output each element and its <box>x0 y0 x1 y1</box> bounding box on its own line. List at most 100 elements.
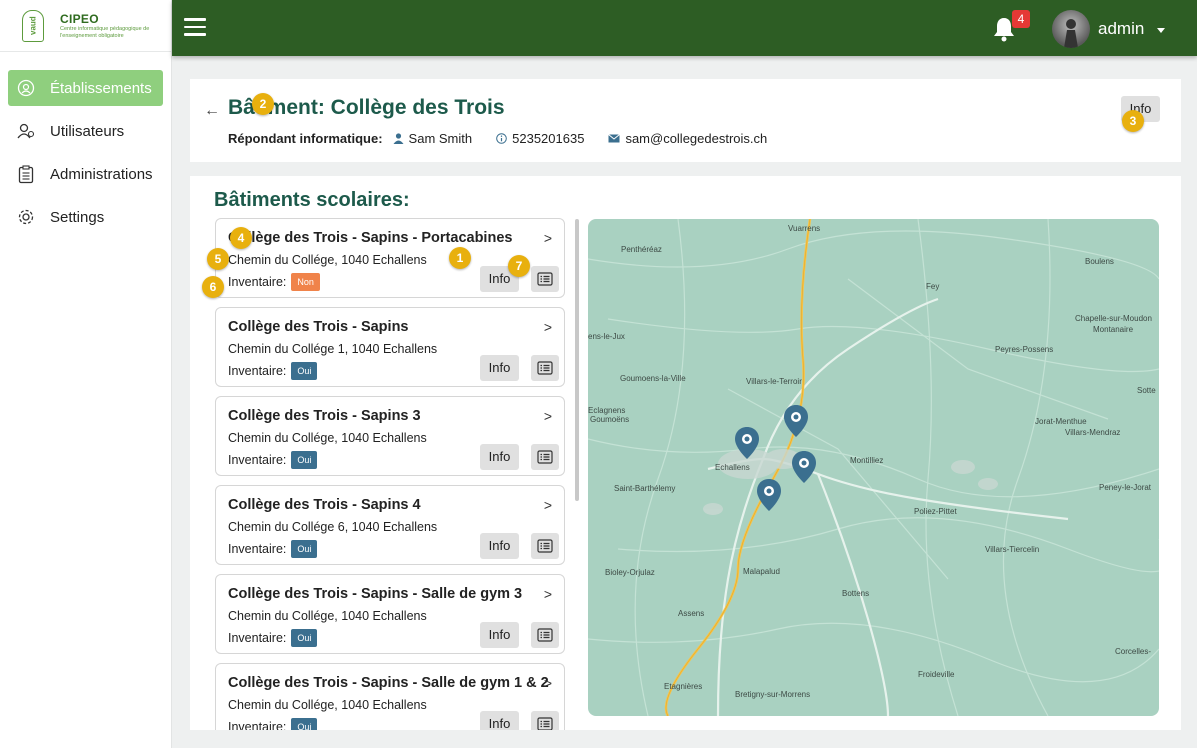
tour-step-badge[interactable]: 1 <box>449 247 471 269</box>
building-card[interactable]: Collège des Trois - Sapins - Salle de gy… <box>215 663 565 730</box>
sidebar-item-label: Établissements <box>50 79 152 97</box>
sidebar-item-utilisateurs[interactable]: Utilisateurs <box>8 113 163 149</box>
chevron-down-icon[interactable] <box>1157 28 1165 33</box>
top-bar: 4 admin <box>172 0 1197 56</box>
notification-badge: 4 <box>1012 10 1030 28</box>
map-label: Goumoens-la-Ville <box>620 374 686 383</box>
buildings-map[interactable]: Vuarrens Penthéréaz Fey Boulens Chapelle… <box>588 219 1159 716</box>
respondent-email[interactable]: sam@collegedestrois.ch <box>608 131 767 146</box>
map-label: Goumoëns <box>590 415 630 424</box>
sidebar-item-administrations[interactable]: Administrations <box>8 156 163 192</box>
inventory-badge: Oui <box>291 451 318 469</box>
map-label: Froideville <box>918 670 955 679</box>
map-marker-icon[interactable] <box>735 427 759 459</box>
building-card[interactable]: Collège des Trois - Sapins > Chemin du C… <box>215 307 565 387</box>
chevron-right-icon[interactable]: > <box>544 319 552 335</box>
inventory-row: Inventaire: Non <box>228 273 320 291</box>
inventory-badge: Oui <box>291 629 318 647</box>
gear-icon <box>16 207 36 227</box>
map-label: Malapalud <box>743 567 780 576</box>
building-address: Chemin du Collége, 1040 Echallens <box>228 253 427 267</box>
vaud-logo-icon: vaud <box>22 9 44 42</box>
chevron-right-icon[interactable]: > <box>544 497 552 513</box>
list-icon[interactable] <box>531 266 559 292</box>
inventory-label: Inventaire: <box>228 453 287 467</box>
map-label: Chapelle-sur-Moudon <box>1075 314 1152 323</box>
inventory-label: Inventaire: <box>228 364 287 378</box>
building-address: Chemin du Collége, 1040 Echallens <box>228 431 427 445</box>
brand-subtitle: Centre informatique pédagogique de l'ens… <box>60 25 150 39</box>
inventory-row: Inventaire: Oui <box>228 362 318 380</box>
building-info-button[interactable]: Info <box>480 355 519 381</box>
inventory-badge: Non <box>291 273 320 291</box>
sidebar-nav: Établissements Utilisateurs Administrati… <box>0 70 171 235</box>
tour-step-badge[interactable]: 7 <box>508 255 530 277</box>
chevron-right-icon[interactable]: > <box>544 230 552 246</box>
respondent-email-text: sam@collegedestrois.ch <box>625 131 768 146</box>
building-info-button[interactable]: Info <box>480 533 519 559</box>
map-marker-icon[interactable] <box>784 405 808 437</box>
list-icon[interactable] <box>531 711 559 730</box>
map-label: Boulens <box>1085 257 1114 266</box>
list-scrollbar[interactable] <box>575 219 579 501</box>
map-label: Assens <box>678 609 705 618</box>
inventory-row: Inventaire: Oui <box>228 718 318 730</box>
inventory-label: Inventaire: <box>228 631 287 645</box>
building-info-button[interactable]: Info <box>480 444 519 470</box>
back-arrow-icon[interactable]: ← <box>204 102 220 120</box>
map-label: Corcelles- <box>1115 647 1152 656</box>
map-label: ens-le-Jux <box>588 332 625 341</box>
map-label: Villars-le-Terroir <box>746 377 802 386</box>
building-card[interactable]: Collège des Trois - Sapins 4 > Chemin du… <box>215 485 565 565</box>
map-label: Bioley-Orjulaz <box>605 568 655 577</box>
map-label: Penthéréaz <box>621 245 662 254</box>
map-label: Poliez-Pittet <box>914 507 957 516</box>
user-menu[interactable]: admin <box>1098 19 1144 39</box>
map-marker-icon[interactable] <box>757 479 781 511</box>
sidebar-item-label: Administrations <box>50 165 153 183</box>
sidebar-item-label: Settings <box>50 208 105 226</box>
chevron-right-icon[interactable]: > <box>544 586 552 602</box>
building-card[interactable]: Collège des Trois - Sapins - Salle de gy… <box>215 574 565 654</box>
chevron-right-icon[interactable]: > <box>544 675 552 691</box>
tour-step-badge[interactable]: 6 <box>202 276 224 298</box>
sidebar-item-etablissements[interactable]: Établissements <box>8 70 163 106</box>
avatar[interactable] <box>1052 10 1090 48</box>
building-info-button[interactable]: Info <box>480 711 519 730</box>
buildings-panel: Bâtiments scolaires: Collège des Trois -… <box>190 176 1181 730</box>
building-card[interactable]: Collège des Trois - Sapins 3 > Chemin du… <box>215 396 565 476</box>
tour-step-badge[interactable]: 3 <box>1122 110 1144 132</box>
inventory-label: Inventaire: <box>228 720 287 730</box>
inventory-row: Inventaire: Oui <box>228 629 318 647</box>
building-address: Chemin du Collége 1, 1040 Echallens <box>228 342 438 356</box>
users-icon <box>16 121 36 141</box>
inventory-badge: Oui <box>291 362 318 380</box>
list-icon[interactable] <box>531 533 559 559</box>
tour-step-badge[interactable]: 5 <box>207 248 229 270</box>
list-icon[interactable] <box>531 444 559 470</box>
map-label: Montanaire <box>1093 325 1134 334</box>
building-address: Chemin du Collége 6, 1040 Echallens <box>228 520 438 534</box>
map-label: Villars-Tiercelin <box>985 545 1040 554</box>
info-circle-icon <box>496 133 507 144</box>
building-info-button[interactable]: Info <box>480 622 519 648</box>
sidebar: vaud CIPEO Centre informatique pédagogiq… <box>0 0 172 748</box>
list-icon[interactable] <box>531 622 559 648</box>
inventory-badge: Oui <box>291 540 318 558</box>
chevron-right-icon[interactable]: > <box>544 408 552 424</box>
respondent-info: Répondant informatique: Sam Smith 523520… <box>228 131 791 146</box>
menu-icon[interactable] <box>184 18 206 36</box>
inventory-label: Inventaire: <box>228 275 287 289</box>
tour-step-badge[interactable]: 4 <box>230 227 252 249</box>
respondent-phone-text: 5235201635 <box>512 131 585 146</box>
tour-step-badge[interactable]: 2 <box>252 93 274 115</box>
list-icon[interactable] <box>531 355 559 381</box>
sidebar-item-settings[interactable]: Settings <box>8 199 163 235</box>
map-marker-icon[interactable] <box>792 451 816 483</box>
building-name: Collège des Trois - Sapins - Portacabine… <box>228 230 513 246</box>
buildings-list[interactable]: Collège des Trois - Sapins - Portacabine… <box>214 218 568 730</box>
envelope-icon <box>608 134 621 143</box>
logo[interactable]: vaud CIPEO Centre informatique pédagogiq… <box>0 0 171 52</box>
respondent-label: Répondant informatique: <box>228 131 383 146</box>
building-name: Collège des Trois - Sapins <box>228 319 409 335</box>
